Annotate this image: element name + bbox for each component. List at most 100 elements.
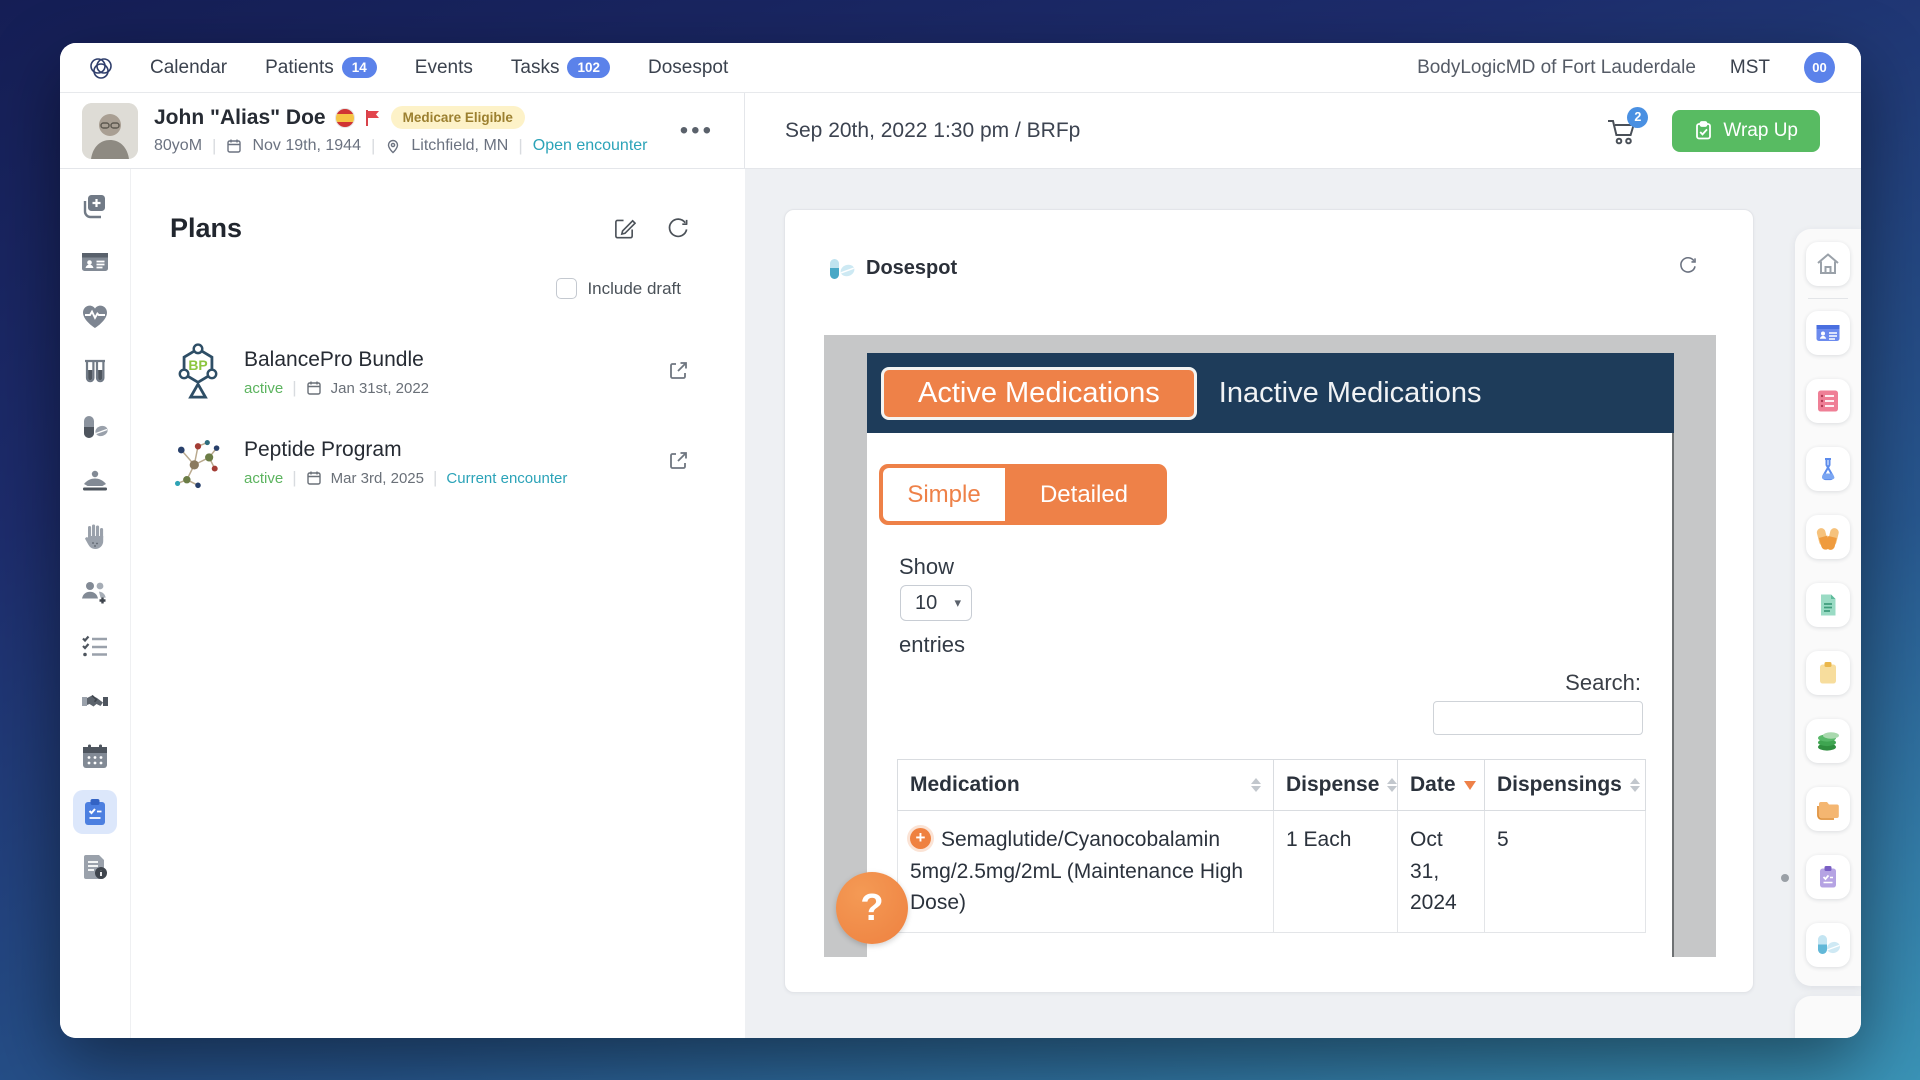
sort-icon: [1251, 778, 1261, 792]
home-icon[interactable]: [1806, 242, 1850, 286]
plan-status: active: [244, 470, 283, 487]
form-list-icon[interactable]: [1806, 379, 1850, 423]
open-plan-button[interactable]: [668, 360, 689, 386]
id-card-icon[interactable]: [73, 240, 117, 284]
clinic-name[interactable]: BodyLogicMD of Fort Lauderdale: [1417, 57, 1696, 79]
pills-icon[interactable]: [1806, 515, 1850, 559]
right-icon-rail: [1795, 229, 1861, 986]
plan-item-peptide[interactable]: Peptide Program active | Mar 3rd, 2025 |…: [170, 431, 745, 495]
plan-name[interactable]: BalancePro Bundle: [244, 348, 429, 372]
dosespot-pills-icon: [829, 257, 855, 279]
include-draft-label: Include draft: [587, 279, 681, 299]
calendar-grid-icon[interactable]: [73, 735, 117, 779]
id-card-icon[interactable]: [1806, 311, 1850, 355]
patient-dob: Nov 19th, 1944: [252, 137, 361, 155]
patient-header: John "Alias" Doe Medicare Eligible 80yoM…: [60, 93, 745, 169]
workspace-area: Dosespot Active Medications Inactive Med…: [745, 169, 1861, 1038]
users-plus-icon[interactable]: [73, 570, 117, 614]
plans-panel: Plans Include draft: [131, 169, 745, 1038]
plan-date: Jan 31st, 2022: [331, 380, 429, 397]
spain-flag-icon: [335, 108, 355, 128]
dosespot-refresh-icon[interactable]: [1678, 256, 1697, 280]
nav-dosespot[interactable]: Dosespot: [648, 57, 728, 79]
wrap-up-button[interactable]: Wrap Up: [1672, 110, 1820, 152]
nav-calendar[interactable]: Calendar: [150, 57, 227, 79]
top-navbar: Calendar Patients14 Events Tasks102 Dose…: [60, 43, 1861, 93]
test-tubes-icon[interactable]: [73, 350, 117, 394]
handshake-icon[interactable]: [73, 680, 117, 724]
hand-icon[interactable]: [73, 515, 117, 559]
search-input[interactable]: [1433, 701, 1643, 735]
nav-events[interactable]: Events: [415, 57, 473, 79]
patient-name: John "Alias" Doe: [154, 106, 326, 130]
view-detailed-button[interactable]: Detailed: [1005, 468, 1163, 521]
open-encounter-link[interactable]: Open encounter: [533, 137, 648, 155]
view-simple-button[interactable]: Simple: [883, 468, 1005, 521]
exam-table-icon[interactable]: [73, 460, 117, 504]
sort-icon: [1387, 778, 1397, 792]
dispense-cell: 1 Each: [1274, 811, 1398, 933]
flask-icon[interactable]: [1806, 447, 1850, 491]
timezone-label[interactable]: MST: [1730, 57, 1770, 79]
plan-name[interactable]: Peptide Program: [244, 438, 567, 462]
peptide-plan-icon: [170, 431, 226, 495]
nav-tasks[interactable]: Tasks102: [511, 57, 610, 79]
clipboard-check-icon[interactable]: [73, 790, 117, 834]
external-link-icon: [668, 450, 689, 471]
svg-text:BP: BP: [188, 357, 207, 373]
red-flag-icon[interactable]: [364, 109, 382, 127]
dosespot-iframe: Active Medications Inactive Medications …: [824, 335, 1716, 957]
patient-photo[interactable]: [82, 103, 138, 159]
document-icon[interactable]: [1806, 583, 1850, 627]
document-info-icon[interactable]: [73, 845, 117, 889]
left-icon-rail: [60, 169, 131, 1038]
view-mode-toggle: Simple Detailed: [879, 464, 1167, 525]
app-logo-icon[interactable]: [86, 53, 116, 83]
cart-button[interactable]: 2: [1606, 115, 1640, 147]
note-add-icon[interactable]: [73, 185, 117, 229]
coins-icon[interactable]: [1806, 719, 1850, 763]
plan-item-balancepro[interactable]: BP BalancePro Bundle active | Jan 31st, …: [170, 341, 745, 405]
include-draft-checkbox[interactable]: [556, 278, 577, 299]
medicare-eligible-badge: Medicare Eligible: [391, 106, 525, 129]
edit-plans-icon[interactable]: [613, 217, 636, 240]
location-pin-icon: [385, 138, 401, 154]
current-encounter-link[interactable]: Current encounter: [446, 470, 567, 487]
heart-pulse-icon[interactable]: [73, 295, 117, 339]
open-plan-button[interactable]: [668, 450, 689, 476]
patients-count-badge: 14: [342, 57, 377, 78]
column-header-dispense[interactable]: Dispense: [1274, 760, 1398, 811]
folder-icon[interactable]: [1806, 787, 1850, 831]
encounter-title: Sep 20th, 2022 1:30 pm / BRFp: [785, 119, 1080, 143]
plan-list: BP BalancePro Bundle active | Jan 31st, …: [170, 341, 745, 495]
clipboard-check-icon[interactable]: [1806, 855, 1850, 899]
nav-right: BodyLogicMD of Fort Lauderdale MST 00: [1417, 52, 1835, 83]
pills-icon[interactable]: [73, 405, 117, 449]
plan-date: Mar 3rd, 2025: [331, 470, 424, 487]
patient-more-button[interactable]: •••: [680, 117, 722, 145]
rail-divider: [1808, 298, 1848, 299]
rail-active-dot: [1781, 874, 1789, 882]
checklist-icon[interactable]: [73, 625, 117, 669]
refresh-plans-icon[interactable]: [666, 217, 689, 240]
entries-label: entries: [899, 632, 965, 658]
medication-row: + Semaglutide/Cyanocobalamin 5mg/2.5mg/2…: [898, 811, 1646, 933]
show-label: Show: [899, 554, 954, 580]
tab-active-medications[interactable]: Active Medications: [881, 367, 1197, 420]
medications-table: Medication Dispense Date: [897, 759, 1646, 933]
nav-patients[interactable]: Patients14: [265, 57, 377, 79]
clipboard-icon[interactable]: [1806, 651, 1850, 695]
help-button[interactable]: ?: [836, 872, 908, 944]
pills-blue-icon[interactable]: [1806, 923, 1850, 967]
medication-cell: + Semaglutide/Cyanocobalamin 5mg/2.5mg/2…: [898, 811, 1274, 933]
column-header-dispensings[interactable]: Dispensings: [1485, 760, 1646, 811]
column-header-date[interactable]: Date: [1398, 760, 1485, 811]
add-medication-icon[interactable]: +: [910, 828, 931, 849]
chevron-down-icon: ▾: [954, 595, 961, 611]
column-header-medication[interactable]: Medication: [898, 760, 1274, 811]
balancepro-plan-icon: BP: [170, 341, 226, 405]
user-avatar[interactable]: 00: [1804, 52, 1835, 83]
tab-inactive-medications[interactable]: Inactive Medications: [1219, 377, 1482, 410]
page-size-select[interactable]: 10 ▾: [900, 585, 972, 621]
dosespot-panel: Dosespot Active Medications Inactive Med…: [784, 209, 1754, 993]
